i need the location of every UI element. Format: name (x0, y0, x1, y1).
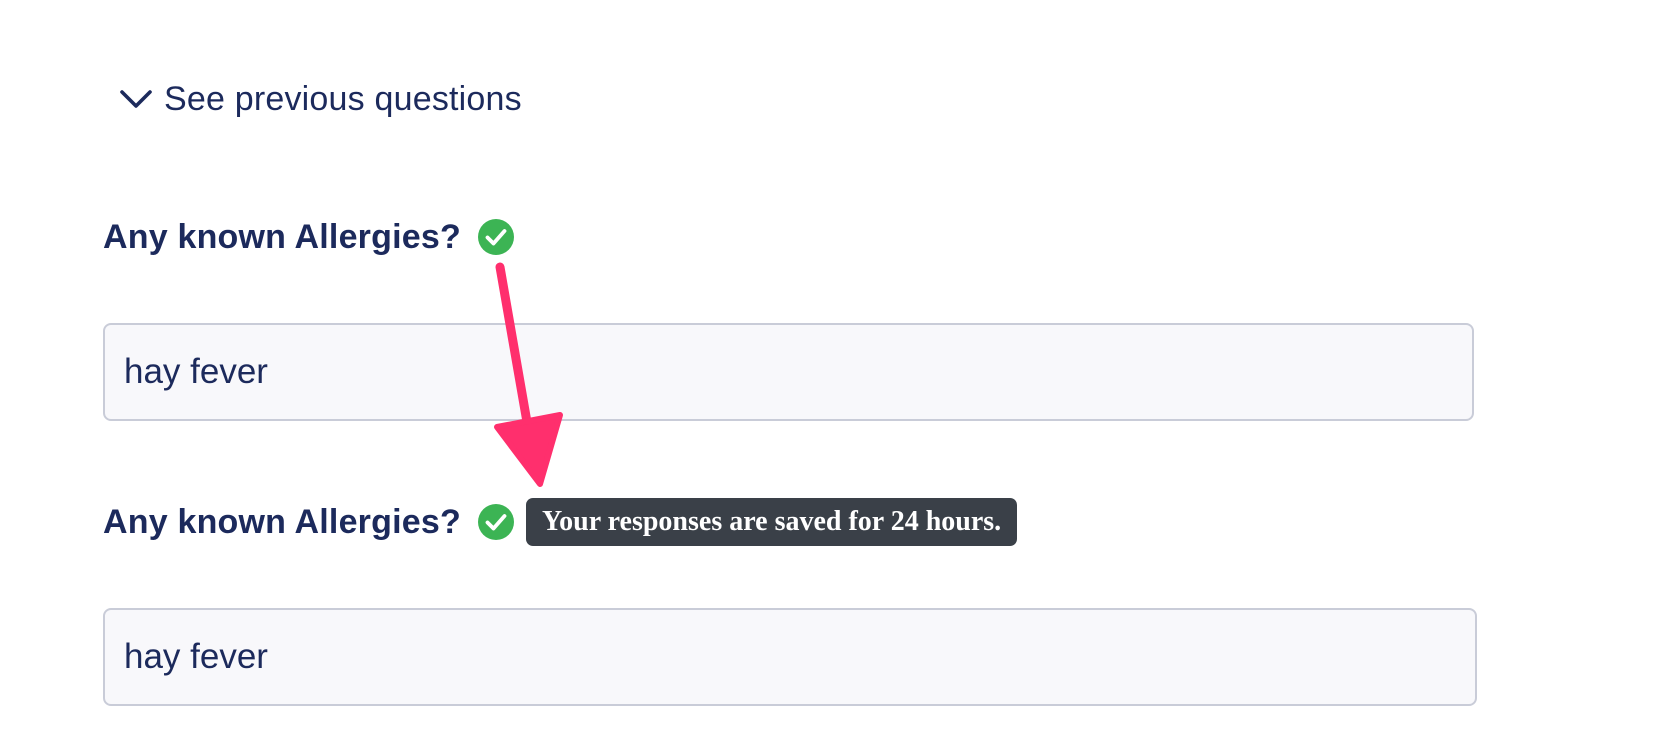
chevron-down-icon (118, 84, 156, 114)
saved-responses-tooltip: Your responses are saved for 24 hours. (526, 498, 1018, 546)
see-previous-questions-toggle[interactable]: See previous questions (118, 78, 522, 120)
see-previous-questions-label: See previous questions (164, 79, 522, 118)
check-circle-icon[interactable] (477, 503, 515, 541)
question-label: Any known Allergies? (103, 217, 461, 256)
allergies-answer-field[interactable] (103, 608, 1477, 706)
question-allergies-2: Any known Allergies? (103, 499, 515, 545)
question-allergies-1: Any known Allergies? (103, 214, 515, 260)
check-circle-icon (477, 218, 515, 256)
question-label: Any known Allergies? (103, 502, 461, 541)
allergies-answer-field[interactable] (103, 323, 1474, 421)
